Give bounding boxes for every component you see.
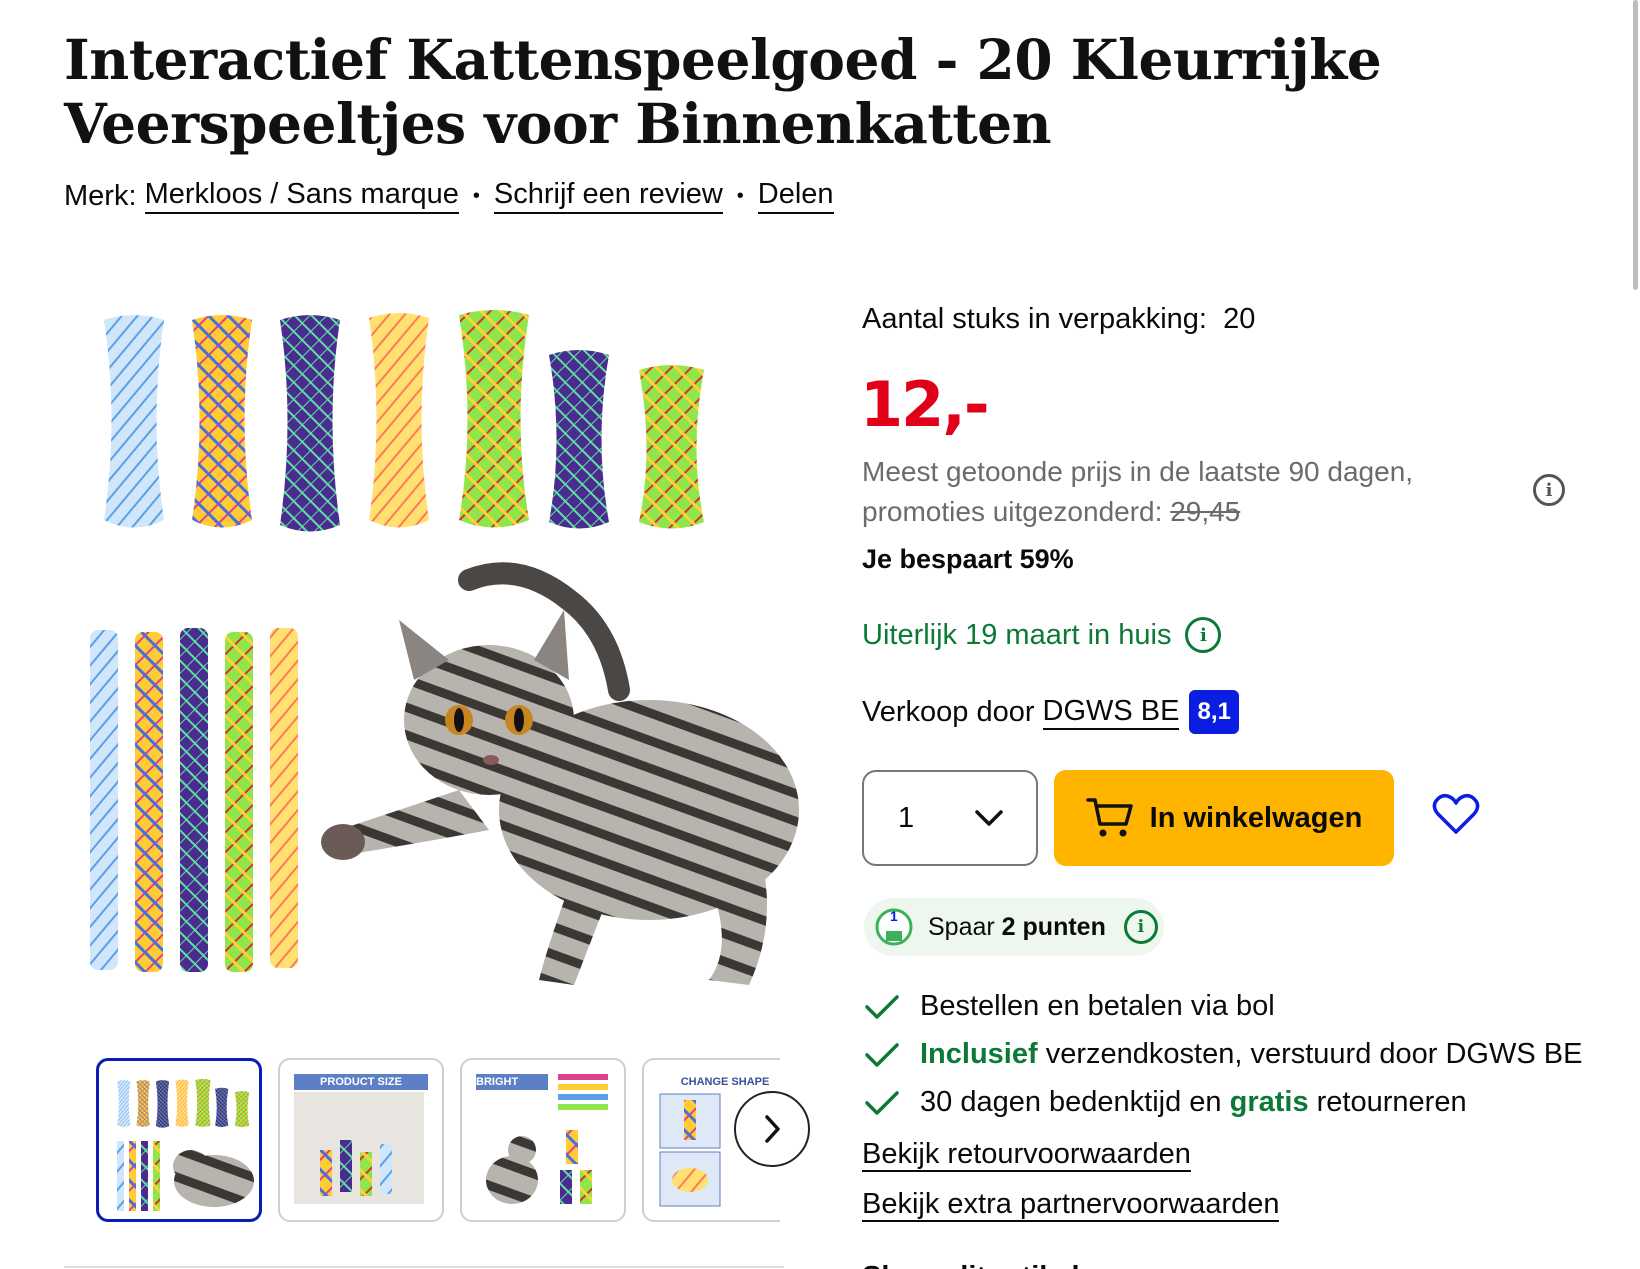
pack-size-label: Aantal stuks in verpakking: [862,303,1207,335]
add-to-cart-button[interactable]: In winkelwagen [1054,770,1394,866]
thumbnail-strip: PRODUCT SIZE BRIGHT COLORS CHANGE SHAPE [96,1058,808,1222]
heart-icon [1432,793,1480,834]
usp-text: verzendkosten, verstuurd door DGWS BE [1037,1038,1583,1070]
chevron-down-icon [975,810,1003,826]
thumbnail-1[interactable] [96,1058,262,1222]
returns-conditions-link[interactable]: Bekijk retourvoorwaarden [862,1138,1191,1172]
product-meta: Merk: Merkloos / Sans marque • Schrijf e… [64,178,834,214]
loyalty-points-badge: 1 Spaar 2 punten i [864,898,1164,956]
thumbnail-next-button[interactable] [734,1091,810,1167]
separator-dot: • [472,184,480,207]
cut-off-heading: Share dit artikel [862,1252,1080,1269]
points-badge-number: 1 [890,908,898,924]
info-icon[interactable]: i [1533,474,1565,506]
thumbnail-3[interactable]: BRIGHT COLORS [460,1058,626,1222]
usp-item: 30 dagen bedenktijd en gratis retournere… [862,1086,1467,1119]
usp-highlight: Inclusief [920,1038,1038,1070]
points-value: 2 punten [1001,912,1106,941]
page-scrollbar[interactable] [1633,0,1638,290]
usp-text: 30 dagen bedenktijd en [920,1086,1230,1118]
thumbnail-caption: PRODUCT SIZE [294,1074,428,1090]
product-main-image[interactable] [64,290,799,990]
partner-conditions-link[interactable]: Bekijk extra partnervoorwaarden [862,1188,1280,1222]
seller-link[interactable]: DGWS BE [1042,695,1180,730]
check-icon [865,1090,899,1115]
section-divider [64,1266,784,1268]
check-icon [865,1042,899,1067]
check-icon [865,994,899,1019]
points-prefix: Spaar [928,912,995,941]
product-price: 12,- [860,368,990,441]
delivery-info: Uiterlijk 19 maart in huis i [862,617,1222,653]
spring-tubes-image [104,310,704,532]
partner-link-row: Bekijk extra partnervoorwaarden [862,1188,1280,1222]
info-icon[interactable]: i [1123,910,1158,944]
share-link[interactable]: Delen [757,178,834,214]
thumbnail-caption: BRIGHT COLORS [476,1074,548,1104]
brand-link[interactable]: Merkloos / Sans marque [144,178,459,214]
reference-price-text: Meest getoonde prijs in de laatste 90 da… [862,452,1462,532]
chevron-right-icon [765,1115,780,1143]
usp-item: Bestellen en betalen via bol [862,990,1275,1023]
saving-text: Je bespaart 59% [862,544,1074,574]
wishlist-button[interactable] [1432,792,1480,841]
brand-label: Merk: [64,179,137,212]
info-icon[interactable]: i [1185,617,1222,653]
thumbnail-2[interactable]: PRODUCT SIZE [278,1058,444,1222]
product-title: Interactief Kattenspeelgoed - 20 Kleurri… [64,27,1382,156]
separator-dot: • [736,184,744,207]
thumbnail-caption: CHANGE SHAPE [680,1076,770,1088]
quantity-select[interactable]: 1 [862,770,1038,866]
usp-text: retourneren [1308,1086,1467,1118]
seller-label: Verkoop door [862,695,1035,728]
reference-price-value: 29,45 [1170,496,1241,527]
pack-size: Aantal stuks in verpakking: 20 [862,303,1255,336]
seller-score-badge: 8,1 [1189,690,1239,734]
kitten-image [321,562,799,985]
write-review-link[interactable]: Schrijf een review [493,178,723,214]
usp-highlight: gratis [1229,1086,1309,1118]
add-to-cart-label: In winkelwagen [1149,801,1363,834]
quantity-value: 1 [898,801,915,834]
usp-item: Inclusief verzendkosten, verstuurd door … [862,1038,1582,1071]
reference-price-label: Meest getoonde prijs in de laatste 90 da… [862,456,1414,527]
usp-text: Bestellen en betalen via bol [920,990,1275,1022]
cart-icon [1085,798,1133,837]
returns-link-row: Bekijk retourvoorwaarden [862,1138,1191,1172]
flat-tubes-image [90,628,298,972]
delivery-text: Uiterlijk 19 maart in huis [862,618,1172,651]
pack-size-value: 20 [1223,303,1256,335]
seller-info: Verkoop door DGWS BE 8,1 [862,690,1239,734]
thumbnail-image [114,1078,254,1211]
